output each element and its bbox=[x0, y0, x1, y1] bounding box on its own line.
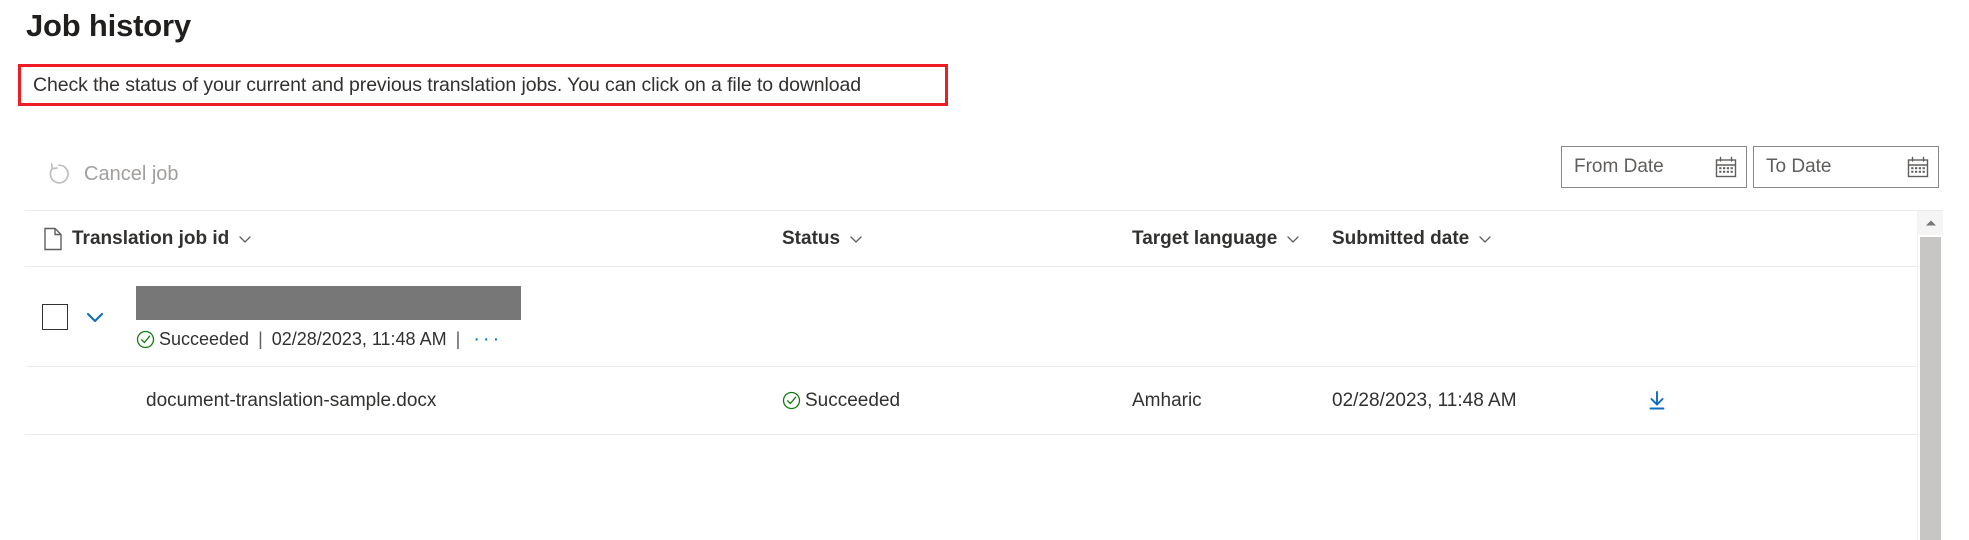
job-history-page: Job history Check the status of your cur… bbox=[0, 0, 1969, 540]
document-icon bbox=[42, 227, 64, 251]
group-status: Succeeded bbox=[136, 329, 249, 350]
row-file-name-cell[interactable]: document-translation-sample.docx bbox=[72, 390, 782, 412]
row-download-cell[interactable] bbox=[1612, 388, 1917, 414]
vertical-scrollbar[interactable] bbox=[1917, 211, 1943, 540]
success-check-icon bbox=[136, 330, 155, 349]
table-header-row: Translation job id Status Target languag… bbox=[26, 211, 1917, 267]
group-row-controls bbox=[26, 267, 136, 366]
date-filter-group bbox=[1561, 146, 1939, 188]
header-target-language[interactable]: Target language bbox=[1132, 228, 1332, 250]
table-scroll-pane: Translation job id Status Target languag… bbox=[26, 211, 1917, 540]
header-translation-job-id-label: Translation job id bbox=[72, 227, 230, 249]
row-target-language-cell: Amharic bbox=[1132, 390, 1332, 412]
calendar-icon[interactable] bbox=[1906, 155, 1930, 179]
chevron-down-icon[interactable] bbox=[848, 231, 864, 247]
header-submitted-date[interactable]: Submitted date bbox=[1332, 228, 1612, 250]
table-row[interactable]: document-translation-sample.docx Succeed… bbox=[26, 367, 1917, 435]
page-title: Job history bbox=[26, 8, 191, 43]
calendar-icon[interactable] bbox=[1714, 155, 1738, 179]
group-meta-separator-1: | bbox=[258, 329, 263, 349]
row-submitted-date-cell: 02/28/2023, 11:48 AM bbox=[1332, 390, 1612, 412]
group-meta-separator-2: | bbox=[455, 329, 461, 349]
row-status-label: Succeeded bbox=[805, 389, 901, 411]
scrollbar-thumb[interactable] bbox=[1920, 237, 1941, 540]
row-submitted-date: 02/28/2023, 11:48 AM bbox=[1332, 389, 1517, 411]
from-date-field[interactable] bbox=[1561, 146, 1747, 188]
job-group-row[interactable]: Succeeded | 02/28/2023, 11:48 AM | ··· bbox=[26, 267, 1917, 367]
scroll-up-arrow-icon[interactable] bbox=[1918, 211, 1943, 235]
to-date-field[interactable] bbox=[1753, 146, 1939, 188]
header-status-label: Status bbox=[782, 227, 841, 249]
chevron-down-icon[interactable] bbox=[1477, 231, 1493, 247]
header-translation-job-id[interactable]: Translation job id bbox=[72, 228, 782, 250]
cancel-circle-arrow-icon bbox=[46, 161, 72, 187]
cancel-job-button[interactable]: Cancel job bbox=[46, 154, 179, 194]
row-status-cell: Succeeded bbox=[782, 390, 1132, 412]
chevron-down-icon[interactable] bbox=[1285, 231, 1301, 247]
to-date-input[interactable] bbox=[1766, 156, 1906, 178]
header-submitted-date-label: Submitted date bbox=[1332, 227, 1470, 249]
row-file-name[interactable]: document-translation-sample.docx bbox=[146, 390, 436, 412]
from-date-input[interactable] bbox=[1574, 156, 1714, 178]
group-submitted-date: 02/28/2023, 11:48 AM bbox=[271, 329, 447, 349]
chevron-down-icon[interactable] bbox=[82, 304, 108, 330]
command-bar: Cancel job bbox=[26, 146, 1943, 204]
row-target-language: Amharic bbox=[1132, 389, 1202, 411]
header-target-language-label: Target language bbox=[1132, 227, 1278, 249]
header-status[interactable]: Status bbox=[782, 228, 1132, 250]
group-row-checkbox[interactable] bbox=[42, 303, 68, 330]
chevron-down-icon[interactable] bbox=[237, 231, 253, 247]
group-status-label: Succeeded bbox=[159, 329, 250, 349]
header-document-icon-cell bbox=[26, 227, 72, 251]
redacted-job-id bbox=[136, 286, 521, 320]
group-row-body: Succeeded | 02/28/2023, 11:48 AM | ··· bbox=[136, 267, 521, 366]
group-overflow-menu-icon[interactable]: ··· bbox=[473, 328, 502, 351]
job-history-table: Translation job id Status Target languag… bbox=[26, 210, 1943, 540]
description-highlight-box: Check the status of your current and pre… bbox=[18, 64, 948, 106]
success-check-icon bbox=[782, 391, 801, 410]
download-icon[interactable] bbox=[1644, 388, 1670, 414]
cancel-job-label: Cancel job bbox=[84, 162, 179, 185]
group-row-meta: Succeeded | 02/28/2023, 11:48 AM | ··· bbox=[136, 328, 521, 351]
page-description: Check the status of your current and pre… bbox=[33, 73, 862, 96]
